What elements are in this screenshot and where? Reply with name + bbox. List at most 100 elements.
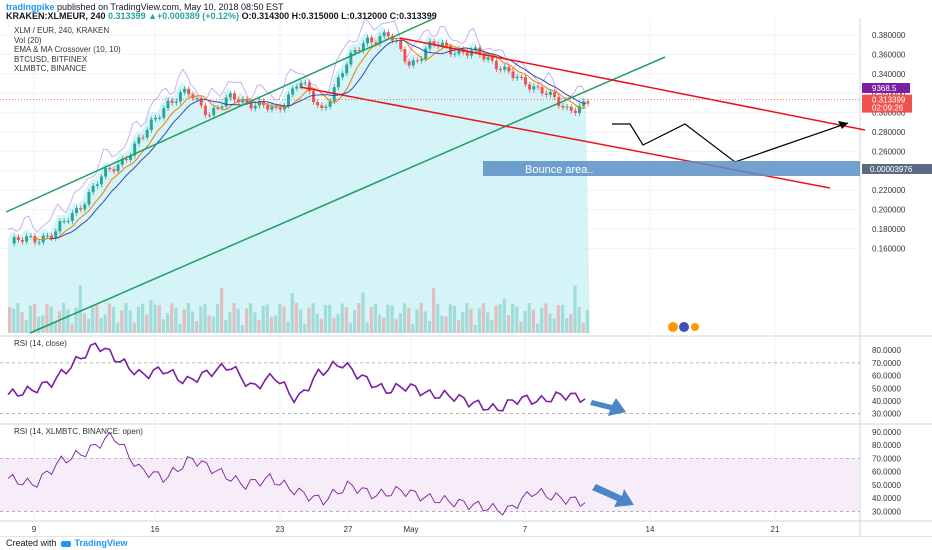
volume-bar [145,314,149,333]
rsi-tick-label: 30.0000 [872,507,901,516]
candle-body [228,93,232,98]
volume-bar [465,303,469,333]
volume-bar [278,303,282,333]
volume-bar [153,304,157,333]
volume-bar [448,304,452,333]
volume-bar [540,307,544,333]
volume-bar [149,299,153,333]
candle-body [91,185,95,193]
volume-bar [311,303,315,333]
candle-body [482,54,486,60]
candle-body [494,60,498,70]
candle-body [58,221,62,232]
volume-bar [577,307,581,333]
rsi-tick-label: 80.0000 [872,346,901,355]
volume-bar [523,311,527,333]
candle-body [25,236,29,242]
price-tick-label: 0.360000 [872,50,906,59]
rsi-tick-label: 90.0000 [872,428,901,437]
volume-bar [336,314,340,333]
chart-canvas[interactable]: Bounce area.. RSI (14, close)80.000070.0… [0,0,932,550]
volume-bar [386,304,390,333]
volume-bar [111,307,116,333]
time-axis[interactable]: 9 16 23 27 May 7 14 21 [32,525,780,534]
volume-bar [348,322,353,333]
volume-bar [390,305,394,333]
volume-bar [411,324,415,333]
candle-body [287,94,290,106]
volume-bar [124,303,128,333]
candle-body [99,176,103,185]
legend-item-vol[interactable]: Vol (20) [14,36,121,46]
candle-body [532,86,536,90]
volume-bar [328,304,332,333]
rsi-tick-label: 40.0000 [872,494,901,503]
volume-bar [91,305,95,333]
volume-bar [170,303,174,333]
candle-body [370,37,374,43]
time-tick-label: 7 [523,525,528,534]
candle-body [224,97,228,107]
volume-bar [373,303,377,333]
candle-body [507,66,511,72]
bounce-label: Bounce area.. [525,164,594,176]
volume-bar [78,285,82,333]
volume-bar [415,309,419,333]
candle-body [108,168,112,170]
volume-bar [299,309,303,333]
candle-body [220,106,224,108]
candle-body [70,212,74,221]
volume-bar [290,293,294,333]
rsi-close-pane: RSI (14, close) 80.0000 70.0000 60.0000 50.0… [0,339,901,419]
time-tick-label: 23 [276,525,285,534]
xlmbtc-label: 0.00003976 [870,165,913,174]
candle-body [503,66,507,70]
volume-bar [481,303,486,333]
volume-bar [174,307,178,333]
candle-body [270,106,274,110]
candle-body [104,168,108,177]
volume-bar [344,307,348,333]
volume-bar [286,321,290,333]
ohlc-values: O:0.314300 H:0.315000 L:0.312000 C:0.313… [241,11,437,21]
volume-bar [473,324,477,333]
volume-bar [261,305,265,333]
legend-item-btcusd[interactable]: BTCUSD, BITFINEX [14,55,121,65]
volume-bar [107,303,111,333]
volume-bar [178,323,182,333]
volume-bar [490,319,494,333]
candle-body [183,88,187,93]
volume-bar [132,322,136,333]
price-axis[interactable]: 0.3800000.3600000.3400000.3200000.300000… [862,31,932,253]
volume-bar [253,312,257,333]
legend-item-main[interactable]: XLM / EUR, 240, KRAKEN [14,26,121,36]
candle-body [386,32,390,37]
volume-bar [265,304,269,333]
volume-bar [407,307,411,333]
price-tick-label: 0.280000 [872,128,906,137]
volume-bar [457,320,461,333]
tradingview-link[interactable]: TradingView [75,538,128,548]
legend-item-xlmbtc[interactable]: XLMBTC, BINANCE [14,64,121,74]
volume-bar [573,285,577,333]
candle-body [162,108,166,118]
candle-body [399,40,403,50]
rsi1-arrow [590,398,626,416]
logo-dot [691,323,699,331]
candle-body [112,169,116,172]
volume-bar [511,303,515,333]
candle-body [232,93,236,100]
candle-body [499,69,502,71]
created-with-label: Created with [6,538,57,548]
symbol-name[interactable]: KRAKEN:XLMEUR, 240 [6,11,106,21]
legend-item-ema[interactable]: EMA & MA Crossover (10, 10) [14,45,121,55]
volume-bar [548,313,552,333]
candle-body [166,100,170,109]
candle-body [353,50,357,53]
volume-bar [357,303,361,333]
volume-bar [24,320,28,333]
volume-bar [398,313,402,333]
volume-bar [141,303,145,333]
volume-bar [365,322,369,333]
volume-bar [220,287,224,333]
